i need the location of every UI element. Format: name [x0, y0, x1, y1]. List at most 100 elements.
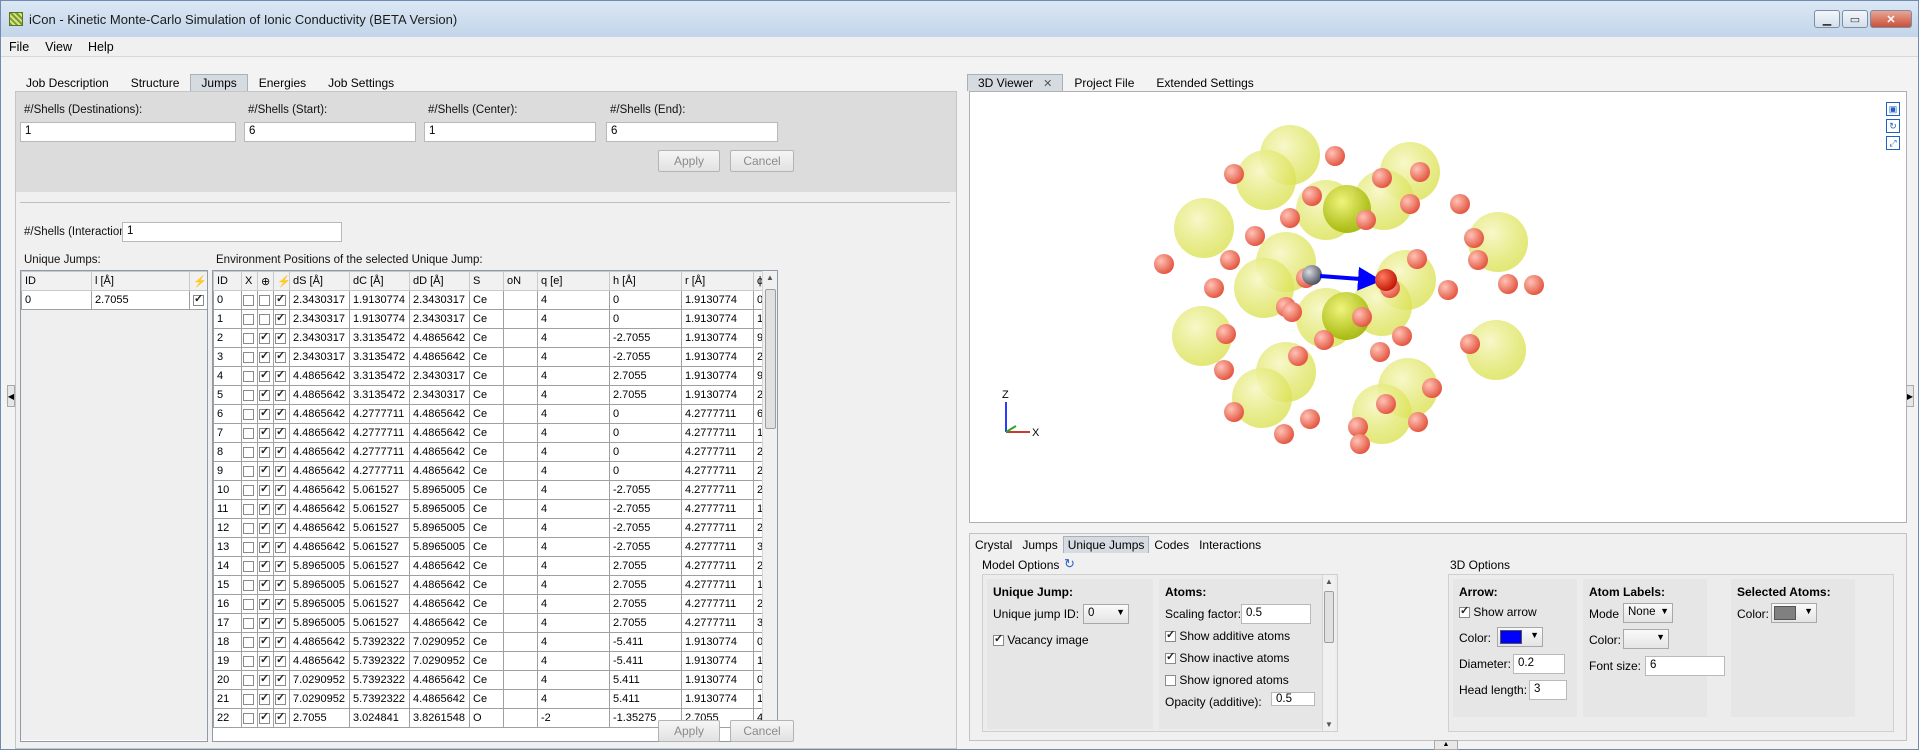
- row-checkbox[interactable]: [243, 465, 254, 477]
- row-checkbox[interactable]: [259, 615, 270, 629]
- row-checkbox[interactable]: [243, 541, 254, 553]
- shells-center-input[interactable]: 1: [424, 122, 596, 142]
- column-header[interactable]: ⊕: [257, 271, 274, 291]
- column-header-id[interactable]: ID: [21, 271, 92, 291]
- row-checkbox[interactable]: [275, 672, 286, 686]
- row-checkbox[interactable]: [243, 636, 254, 648]
- close-tab-icon[interactable]: ✕: [1043, 78, 1052, 90]
- collapse-right-arrow[interactable]: ▶: [1906, 385, 1914, 407]
- column-header[interactable]: ⚡: [273, 271, 290, 291]
- show-arrow-checkbox[interactable]: [1459, 604, 1470, 619]
- scrollbar-thumb[interactable]: [1324, 591, 1334, 643]
- row-checkbox[interactable]: [275, 368, 286, 382]
- tab-3d-viewer[interactable]: 3D Viewer ✕: [967, 74, 1064, 91]
- shells-end-input[interactable]: 6: [606, 122, 778, 142]
- row-checkbox[interactable]: [243, 693, 254, 705]
- row-checkbox[interactable]: [275, 691, 286, 705]
- table-row[interactable]: 20 7.02909525.73923224.4865642Ce 45.4111.9…: [213, 670, 764, 690]
- row-checkbox[interactable]: [243, 522, 254, 534]
- row-checkbox[interactable]: [275, 501, 286, 515]
- row-checkbox[interactable]: [259, 294, 270, 306]
- close-button[interactable]: ✕: [1870, 10, 1912, 28]
- row-checkbox[interactable]: [243, 313, 254, 325]
- crystal-view[interactable]: Z X: [970, 92, 1906, 522]
- arrow-color-select[interactable]: ▼: [1497, 627, 1543, 647]
- row-checkbox[interactable]: [243, 351, 254, 363]
- row-checkbox[interactable]: [243, 598, 254, 610]
- row-checkbox[interactable]: [259, 558, 270, 572]
- column-header-length[interactable]: l [Å]: [91, 271, 190, 291]
- row-checkbox[interactable]: [275, 577, 286, 591]
- tab-project-file[interactable]: Project File: [1063, 74, 1145, 91]
- tab-structure[interactable]: Structure: [120, 74, 191, 91]
- menu-view[interactable]: View: [37, 40, 80, 54]
- row-checkbox[interactable]: [259, 425, 270, 439]
- vacancy-image-checkbox[interactable]: [993, 632, 1004, 647]
- tab-extended-settings[interactable]: Extended Settings: [1145, 74, 1264, 91]
- table-row[interactable]: 5 4.48656423.31354722.3430317Ce 42.70551.9…: [213, 385, 764, 405]
- 3d-viewer[interactable]: Z X ▣ ↻ ⤢: [969, 91, 1907, 523]
- scroll-up-icon[interactable]: ▲: [1325, 577, 1333, 586]
- row-checkbox[interactable]: [259, 672, 270, 686]
- show-additive-option[interactable]: Show additive atoms: [1165, 628, 1290, 643]
- table-row[interactable]: 13 4.48656425.0615275.8965005Ce 4-2.70554.…: [213, 537, 764, 557]
- row-checkbox[interactable]: [275, 425, 286, 439]
- row-checkbox[interactable]: [259, 482, 270, 496]
- menu-file[interactable]: File: [1, 40, 37, 54]
- table-row[interactable]: 74.48656424.27777114.4865642Ce404.277771…: [213, 423, 764, 443]
- table-row[interactable]: 11 4.48656425.0615275.8965005Ce 4-2.70554.…: [213, 499, 764, 519]
- shells-start-input[interactable]: 6: [244, 122, 416, 142]
- row-checkbox[interactable]: [243, 332, 254, 344]
- row-checkbox[interactable]: [275, 710, 286, 724]
- maximize-button[interactable]: ▭: [1842, 10, 1868, 28]
- row-checkbox[interactable]: [259, 387, 270, 401]
- apply-shells-button[interactable]: Apply: [658, 150, 720, 172]
- tab-job-settings[interactable]: Job Settings: [317, 74, 405, 91]
- row-checkbox[interactable]: [275, 539, 286, 553]
- model-options-scrollbar[interactable]: ▲ ▼: [1322, 575, 1335, 731]
- cancel-button[interactable]: Cancel: [730, 720, 794, 742]
- opacity-input[interactable]: 0.5: [1271, 692, 1315, 706]
- row-checkbox[interactable]: [275, 634, 286, 648]
- row-checkbox[interactable]: [259, 349, 270, 363]
- table-row[interactable]: 21 7.02909525.73923224.4865642Ce 45.4111.9…: [213, 689, 764, 709]
- row-checkbox[interactable]: [243, 370, 254, 382]
- column-header[interactable]: ID: [213, 271, 242, 291]
- table-row[interactable]: 18 4.48656425.73923227.0290952Ce 4-5.4111.…: [213, 632, 764, 652]
- tab-jumps[interactable]: Jumps: [190, 74, 248, 91]
- row-checkbox[interactable]: [243, 674, 254, 686]
- refresh-icon[interactable]: ↻: [1064, 556, 1075, 572]
- cancel-shells-button[interactable]: Cancel: [730, 150, 794, 172]
- row-checkbox[interactable]: [243, 389, 254, 401]
- tab-energies[interactable]: Energies: [248, 74, 317, 91]
- shells-interactions-input[interactable]: 1: [122, 222, 342, 242]
- tab-interactions[interactable]: Interactions: [1194, 536, 1266, 553]
- table-row[interactable]: 3 2.34303173.31354724.4865642Ce 4-2.70551.…: [213, 347, 764, 367]
- row-checkbox[interactable]: [259, 710, 270, 724]
- row-checkbox[interactable]: [243, 427, 254, 439]
- row-checkbox[interactable]: [259, 520, 270, 534]
- selected-color-select[interactable]: ▼: [1771, 603, 1817, 623]
- row-checkbox[interactable]: [275, 406, 286, 420]
- row-checkbox[interactable]: [243, 655, 254, 667]
- table-row[interactable]: 94.48656424.27777114.4865642Ce404.277771…: [213, 461, 764, 481]
- table-row[interactable]: 16 5.89650055.0615274.4865642Ce 42.70554.2…: [213, 594, 764, 614]
- row-checkbox[interactable]: [243, 446, 254, 458]
- column-header-active[interactable]: ⚡: [189, 271, 207, 291]
- table-row[interactable]: 0 2.7055: [21, 290, 207, 310]
- apply-button[interactable]: Apply: [658, 720, 720, 742]
- expand-bottom-icon[interactable]: ▲: [1434, 740, 1458, 750]
- row-checkbox[interactable]: [259, 330, 270, 344]
- row-checkbox[interactable]: [275, 349, 286, 363]
- row-checkbox[interactable]: [243, 484, 254, 496]
- table-row[interactable]: 14 5.89650055.0615274.4865642Ce 42.70554.2…: [213, 556, 764, 576]
- row-checkbox[interactable]: [275, 330, 286, 344]
- row-checkbox[interactable]: [275, 615, 286, 629]
- show-ignored-checkbox[interactable]: [1165, 675, 1176, 687]
- reset-view-icon[interactable]: ↻: [1886, 119, 1900, 133]
- row-checkbox[interactable]: [259, 444, 270, 458]
- show-inactive-option[interactable]: Show inactive atoms: [1165, 650, 1289, 665]
- row-checkbox[interactable]: [275, 292, 286, 306]
- column-header[interactable]: dD [Å]: [409, 271, 470, 291]
- row-checkbox[interactable]: [259, 501, 270, 515]
